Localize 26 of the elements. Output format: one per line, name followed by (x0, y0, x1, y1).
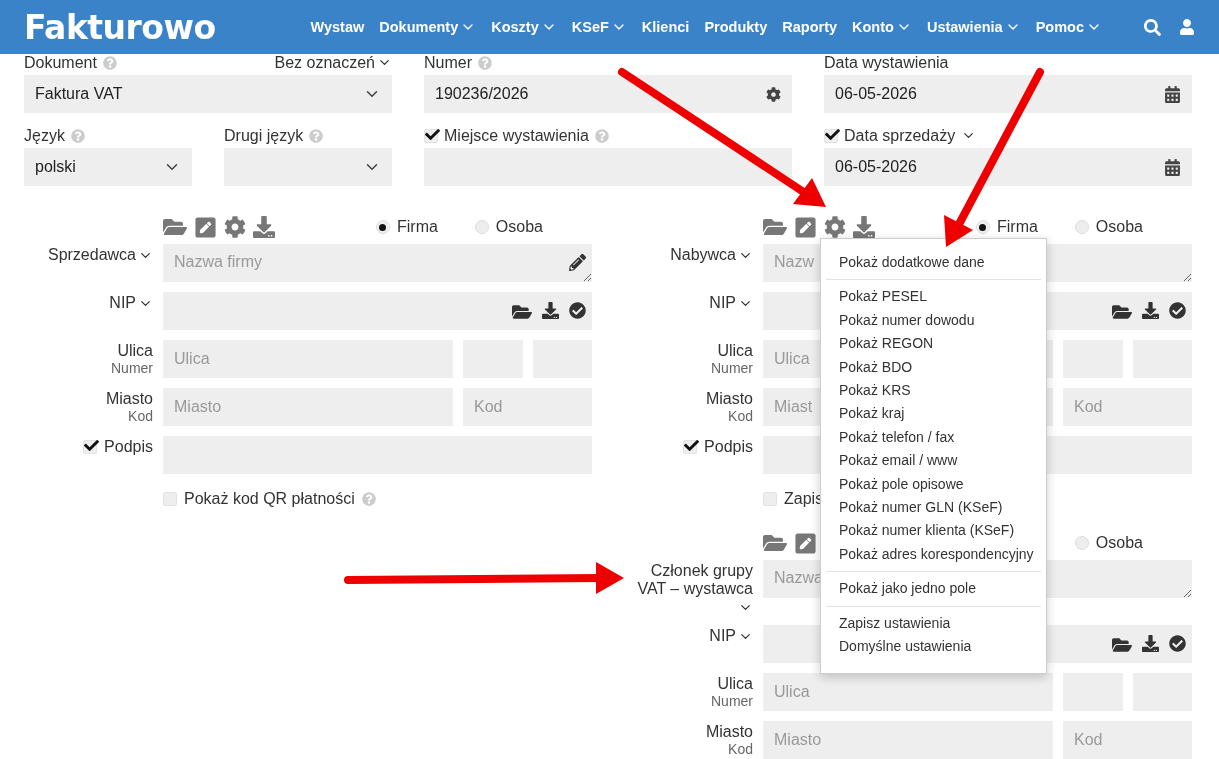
field-label: Drugi język (224, 126, 304, 145)
option-label: Pokaż kod QR płatności (184, 490, 355, 508)
postal-code-label: Kod (128, 408, 153, 424)
number-label: Numer (111, 360, 153, 376)
street-label: Ulica (717, 675, 753, 693)
postal-code-label: Kod (728, 741, 753, 757)
radio-label: Osoba (495, 218, 543, 236)
radio-label: Firma (996, 218, 1038, 236)
city-label: Miasto (705, 723, 753, 741)
field-label: Język (24, 126, 65, 145)
field-label: Data wystawienia (824, 53, 949, 72)
radio-label: Osoba (1095, 534, 1143, 552)
field-label: Miejsce wystawienia (444, 126, 589, 145)
number-label: Numer (711, 360, 753, 376)
city-label: Miasto (105, 390, 153, 408)
field-label: Dokument (24, 53, 97, 72)
postal-code-label: Kod (728, 408, 753, 424)
signature-label: Podpis (704, 438, 753, 456)
radio-label: Osoba (1095, 218, 1143, 236)
number-label: Numer (711, 693, 753, 709)
field-label: Numer (424, 53, 472, 72)
signature-label: Podpis (104, 438, 153, 456)
radio-label: Firma (396, 218, 438, 236)
city-label: Miasto (705, 390, 753, 408)
street-label: Ulica (717, 342, 753, 360)
street-label: Ulica (117, 342, 153, 360)
